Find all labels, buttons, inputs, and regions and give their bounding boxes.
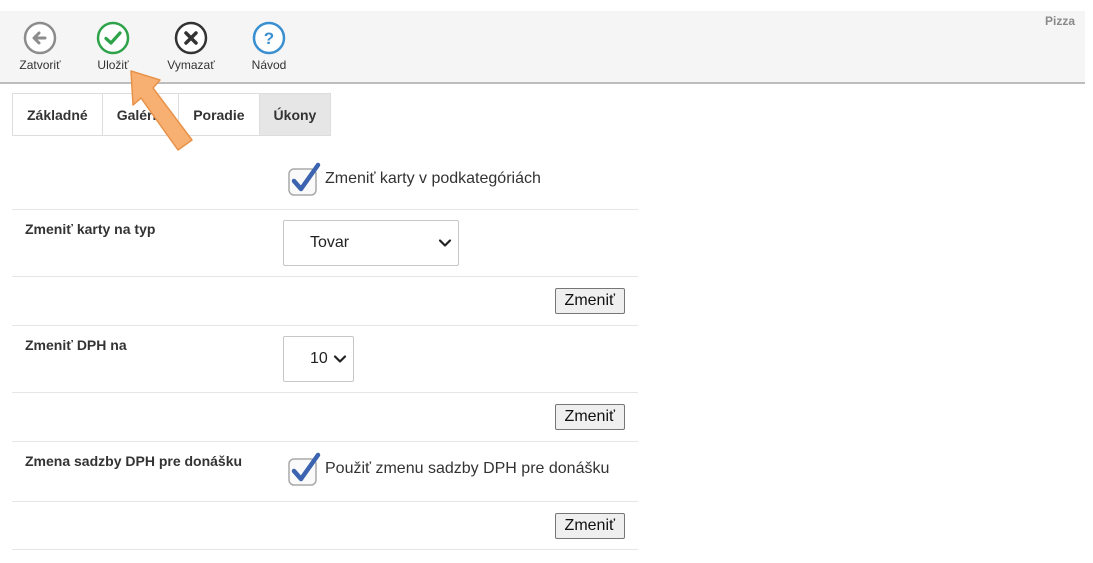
- delivery-vat-row: Zmena sadzby DPH pre donášku Použiť zmen…: [12, 442, 638, 502]
- back-arrow-icon: [23, 21, 57, 55]
- close-label: Zatvoriť: [19, 58, 61, 72]
- tab-poradie[interactable]: Poradie: [178, 93, 260, 136]
- delivery-vat-checkbox-label: Použiť zmenu sadzby DPH pre donášku: [325, 460, 610, 477]
- help-label: Návod: [251, 58, 287, 72]
- svg-text:?: ?: [264, 29, 274, 48]
- card-type-row: Zmeniť karty na typ Tovar: [12, 210, 638, 277]
- help-button[interactable]: ? Návod: [239, 11, 299, 84]
- change-vat-row: Zmeniť: [12, 393, 638, 442]
- vat-label: Zmeniť DPH na: [25, 337, 127, 353]
- tab-bar: Základné Galéria Poradie Úkony: [12, 93, 332, 136]
- delete-x-icon: [174, 21, 208, 55]
- save-button[interactable]: Uložiť: [83, 11, 143, 84]
- delivery-vat-label: Zmena sadzby DPH pre donášku: [25, 453, 243, 469]
- tab-galeria[interactable]: Galéria: [101, 93, 180, 136]
- chevron-down-icon: [333, 355, 347, 363]
- subcategories-checkbox-label: Zmeniť karty v podkategóriách: [325, 170, 541, 187]
- tab-ukony[interactable]: Úkony: [258, 93, 332, 136]
- check-icon: [96, 21, 130, 55]
- subcategories-checkbox[interactable]: Zmeniť karty v podkategóriách: [286, 161, 541, 197]
- toolbar: Zatvoriť Uložiť Vymazať ? Návod Pizza: [0, 11, 1085, 84]
- change-card-type-button[interactable]: Zmeniť: [554, 288, 625, 314]
- close-button[interactable]: Zatvoriť: [10, 11, 70, 84]
- delete-button[interactable]: Vymazať: [161, 11, 221, 84]
- save-label: Uložiť: [97, 58, 129, 72]
- change-vat-button[interactable]: Zmeniť: [554, 404, 625, 430]
- vat-select[interactable]: 10: [283, 336, 354, 382]
- change-card-type-row: Zmeniť: [12, 277, 638, 326]
- delete-label: Vymazať: [167, 58, 215, 72]
- subcategories-row: Zmeniť karty v podkategóriách: [12, 148, 638, 210]
- tab-zakladne[interactable]: Základné: [12, 93, 103, 136]
- card-type-select[interactable]: Tovar: [283, 220, 459, 266]
- checkbox-checked-icon: [288, 452, 321, 486]
- card-type-value: Tovar: [310, 234, 350, 251]
- change-delivery-vat-button[interactable]: Zmeniť: [554, 513, 625, 539]
- change-delivery-vat-row: Zmeniť: [12, 502, 638, 550]
- page-name: Pizza: [1044, 14, 1075, 28]
- checkbox-checked-icon: [288, 162, 321, 196]
- card-type-label: Zmeniť karty na typ: [25, 221, 156, 237]
- vat-row: Zmeniť DPH na 10: [12, 326, 638, 393]
- delivery-vat-checkbox[interactable]: Použiť zmenu sadzby DPH pre donášku: [286, 451, 609, 487]
- help-icon: ?: [252, 21, 286, 55]
- chevron-down-icon: [438, 239, 452, 247]
- vat-value: 10: [310, 350, 328, 367]
